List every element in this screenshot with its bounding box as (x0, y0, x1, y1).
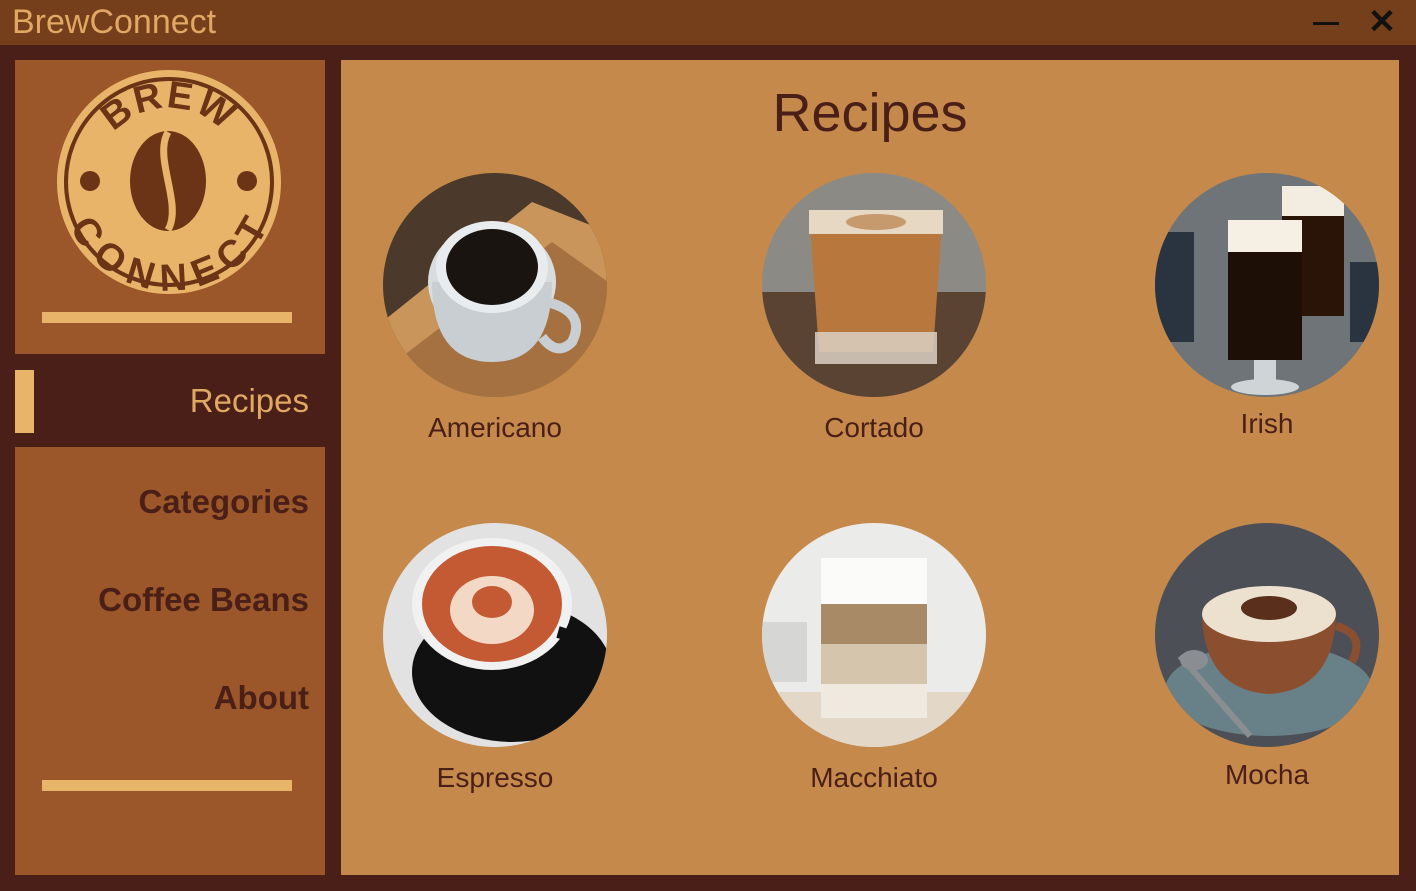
recipe-card-irish[interactable]: Irish (1137, 172, 1397, 440)
title-bar: BrewConnect ✕ (0, 0, 1416, 45)
nav-item-label: Recipes (189, 382, 309, 419)
brewconnect-logo: BREW CONNECT (57, 70, 281, 296)
app-title: BrewConnect (12, 3, 217, 41)
nav-item-recipes[interactable]: Recipes (15, 358, 325, 445)
recipe-name: Espresso (436, 762, 554, 793)
recipes-panel: Recipes Americano Cortado Irish Espresso… (341, 60, 1399, 875)
mocha-image (1155, 523, 1379, 747)
sidebar-logo-panel: BREW CONNECT (15, 60, 325, 354)
page-title: Recipes (772, 83, 968, 143)
sidebar-divider (42, 780, 292, 791)
cortado-image (762, 173, 986, 397)
recipe-card-cortado[interactable]: Cortado (744, 172, 1004, 444)
nav-item-about[interactable]: About (214, 679, 309, 717)
sidebar-nav-panel: Categories Coffee Beans About (15, 447, 325, 875)
macchiato-image (762, 523, 986, 747)
recipe-name: Cortado (824, 412, 924, 443)
recipe-card-mocha[interactable]: Mocha (1137, 522, 1397, 791)
recipe-card-espresso[interactable]: Espresso (365, 522, 625, 794)
espresso-image (383, 523, 607, 747)
nav-item-coffee-beans[interactable]: Coffee Beans (98, 581, 309, 619)
sidebar-divider (42, 312, 292, 323)
irish-image (1155, 173, 1379, 397)
close-button[interactable]: ✕ (1362, 2, 1402, 42)
recipe-name: Irish (1240, 408, 1294, 439)
recipe-name: Macchiato (810, 762, 938, 793)
recipe-card-macchiato[interactable]: Macchiato (744, 522, 1004, 794)
minimize-button[interactable] (1306, 2, 1346, 42)
minimize-icon (1313, 22, 1339, 25)
close-icon: ✕ (1367, 3, 1397, 41)
recipe-name: Americano (428, 412, 562, 443)
active-indicator (15, 370, 34, 433)
americano-image (383, 173, 607, 397)
nav-item-categories[interactable]: Categories (138, 483, 309, 521)
recipe-card-americano[interactable]: Americano (365, 172, 625, 444)
recipe-name: Mocha (1224, 759, 1310, 790)
